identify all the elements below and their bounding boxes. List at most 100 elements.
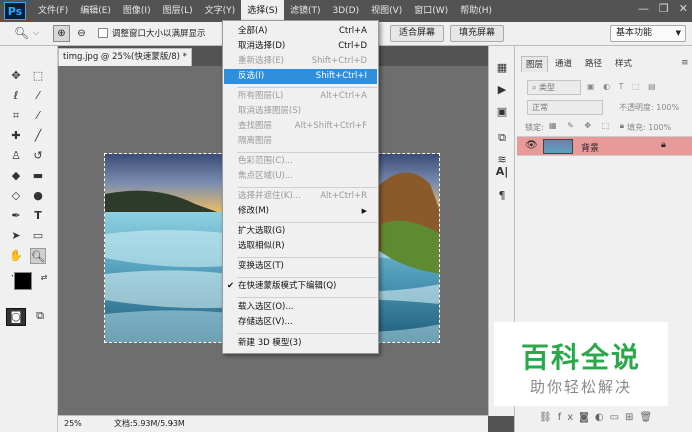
filter-icons[interactable]: ▣ ◐ T ⬚ ▤ (587, 82, 659, 91)
menu-file[interactable]: 文件(F) (32, 0, 74, 22)
document-tab[interactable]: timg.jpg @ 25%(快速蒙版/8) * (58, 48, 192, 66)
menu-item-label: 查找图层 (238, 121, 273, 131)
menu-3d[interactable]: 3D(D) (326, 0, 365, 22)
panel-menu-icon[interactable]: ≡ (681, 58, 689, 68)
layer-row-background[interactable]: 👁︎ 背景 🔒︎ (517, 136, 692, 156)
history-panel-icon[interactable]: ▦ (494, 60, 510, 76)
close-icon[interactable]: ✕ (679, 2, 688, 15)
zoom-in-icon[interactable]: ⊕ (53, 25, 70, 42)
adjustment-layer-icon[interactable]: ◐ (595, 412, 610, 423)
chevron-down-icon[interactable]: ⌵ (33, 28, 39, 38)
link-layers-icon[interactable]: ⛓ (539, 412, 558, 423)
menu-item-transform-selection[interactable]: 变换选区(T) (224, 259, 377, 274)
menu-help[interactable]: 帮助(H) (454, 0, 498, 22)
fill-label[interactable]: 填充: 100% (627, 122, 671, 133)
actions-play-icon[interactable]: ▶ (494, 82, 510, 98)
eraser-tool-icon[interactable]: ◆ (8, 168, 24, 184)
delete-layer-icon[interactable]: 🗑︎ (639, 412, 658, 423)
menu-item-isolate-layers[interactable]: 隔离图层 (224, 134, 377, 149)
menu-item-new-3d-model[interactable]: 新建 3D 模型(3) (224, 336, 377, 351)
zoom-level[interactable]: 25% (64, 416, 82, 432)
menu-item-similar[interactable]: 选取相似(R) (224, 239, 377, 254)
menu-select[interactable]: 选择(S) (241, 0, 284, 22)
path-selection-icon[interactable]: ➤ (8, 228, 24, 244)
resize-windows-checkbox[interactable] (98, 28, 108, 38)
menu-edit[interactable]: 编辑(E) (74, 0, 117, 22)
menu-item-grow[interactable]: 扩大选取(G) (224, 224, 377, 239)
move-tool-icon[interactable]: ✥ (8, 68, 24, 84)
new-layer-icon[interactable]: ⊞ (625, 412, 639, 423)
tab-channels[interactable]: 通道 (551, 56, 576, 72)
zoom-out-icon[interactable]: ⊖ (73, 25, 90, 42)
foreground-color-swatch[interactable] (14, 272, 32, 290)
menu-item-reselect[interactable]: 重新选择(E) Shift+Ctrl+D (224, 54, 377, 69)
swap-colors-icon[interactable]: ⇄ (36, 270, 52, 286)
magic-wand-icon[interactable]: ⁄ (30, 88, 46, 104)
menu-window[interactable]: 窗口(W) (408, 0, 454, 22)
menu-layer[interactable]: 图层(L) (157, 0, 199, 22)
menu-item-deselect-layers[interactable]: 取消选择图层(S) (224, 104, 377, 119)
fill-screen-button[interactable]: 填充屏幕 (450, 25, 504, 42)
menu-item-select-all[interactable]: 全部(A) Ctrl+A (224, 24, 377, 39)
menu-view[interactable]: 视图(V) (365, 0, 408, 22)
menu-item-all-layers[interactable]: 所有图层(L) Alt+Ctrl+A (224, 89, 377, 104)
dodge-tool-icon[interactable]: ● (30, 188, 46, 204)
menu-item-select-and-mask[interactable]: 选择并遮住(K)... Alt+Ctrl+R (224, 189, 377, 204)
blur-tool-icon[interactable]: ◇ (8, 188, 24, 204)
crop-tool-icon[interactable]: ⌗ (8, 108, 24, 124)
chevron-down-icon: ▼ (675, 29, 681, 37)
workspace-select[interactable]: 基本功能 ▼ (610, 25, 686, 42)
blend-mode-select[interactable]: 正常 (527, 100, 603, 115)
menu-item-find-layers[interactable]: 查找图层 Alt+Shift+Ctrl+F (224, 119, 377, 134)
menu-item-label: 载入选区(O)... (238, 302, 294, 312)
opacity-label[interactable]: 不透明度: 100% (619, 102, 679, 113)
add-mask-icon[interactable]: ◙ (579, 412, 595, 423)
healing-brush-icon[interactable]: ✚ (8, 128, 24, 144)
history-brush-icon[interactable]: ↺ (30, 148, 46, 164)
minimize-icon[interactable]: — (638, 2, 649, 15)
fx-icon[interactable]: fx (558, 412, 579, 423)
menu-item-quick-mask[interactable]: ✔ 在快速蒙版模式下编辑(Q) (224, 279, 377, 294)
menu-separator (237, 297, 377, 298)
menu-image[interactable]: 图像(I) (117, 0, 157, 22)
clone-source-icon[interactable]: ⧉ (494, 130, 510, 146)
zoom-tool-icon[interactable]: 🔍︎ (30, 248, 46, 264)
menu-item-label: 反选(I) (238, 71, 265, 81)
menu-item-inverse[interactable]: 反选(I) Shift+Ctrl+I (224, 69, 377, 84)
screen-mode-icon[interactable]: ⧉ (32, 308, 48, 324)
menu-filter[interactable]: 滤镜(T) (284, 0, 327, 22)
visibility-eye-icon[interactable]: 👁︎ (525, 140, 538, 151)
character-panel-icon[interactable]: A| (494, 164, 510, 180)
new-group-icon[interactable]: ▭ (610, 412, 625, 423)
paragraph-panel-icon[interactable]: ¶ (494, 188, 510, 204)
zoom-tool-icon[interactable]: 🔍︎ (14, 26, 29, 40)
lasso-tool-icon[interactable]: ℓ (8, 88, 24, 104)
tab-styles[interactable]: 样式 (611, 56, 636, 72)
type-tool-icon[interactable]: T (30, 208, 46, 224)
marquee-tool-icon[interactable]: ⬚ (30, 68, 46, 84)
layer-filter-select[interactable]: ⌕ 类型 (527, 80, 581, 95)
menu-item-load-selection[interactable]: 载入选区(O)... (224, 300, 377, 315)
menu-item-modify[interactable]: 修改(M) ▶ (224, 204, 377, 219)
shape-tool-icon[interactable]: ▭ (30, 228, 46, 244)
tab-paths[interactable]: 路径 (581, 56, 606, 72)
brush-tool-icon[interactable]: ╱ (30, 128, 46, 144)
menu-item-deselect[interactable]: 取消选择(D) Ctrl+D (224, 39, 377, 54)
menu-item-save-selection[interactable]: 存储选区(V)... (224, 315, 377, 330)
tab-layers[interactable]: 图层 (521, 56, 549, 72)
eyedropper-icon[interactable]: ⁄ (30, 108, 46, 124)
quick-mask-icon[interactable]: ◙ (6, 308, 26, 326)
menu-separator (237, 152, 377, 153)
hand-tool-icon[interactable]: ✋ (8, 248, 24, 264)
chevron-right-icon[interactable]: › (170, 416, 174, 432)
restore-icon[interactable]: ❐ (659, 2, 669, 15)
menu-item-focus-area[interactable]: 焦点区域(U)... (224, 169, 377, 184)
properties-icon[interactable]: ▣ (494, 104, 510, 120)
menu-type[interactable]: 文字(Y) (199, 0, 242, 22)
stamp-tool-icon[interactable]: ♙ (8, 148, 24, 164)
menu-item-color-range[interactable]: 色彩范围(C)... (224, 154, 377, 169)
gradient-tool-icon[interactable]: ▬ (30, 168, 46, 184)
lock-icons[interactable]: ▦ ✎ ✥ ⬚ 🔒︎ (549, 121, 628, 131)
fit-screen-button[interactable]: 适合屏幕 (390, 25, 444, 42)
pen-tool-icon[interactable]: ✒ (8, 208, 24, 224)
